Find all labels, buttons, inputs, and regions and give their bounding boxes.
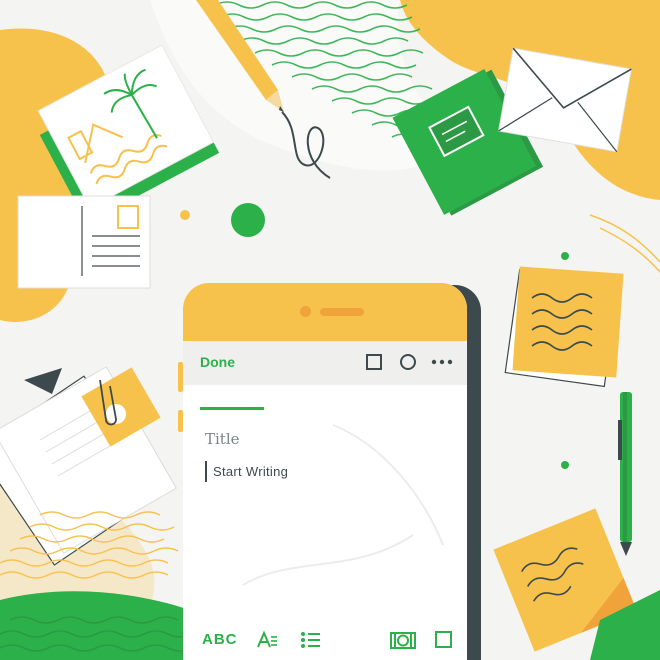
green-circle	[231, 203, 265, 237]
phone-device: Done Title Start Writing ABC	[183, 283, 481, 660]
phone-screen: Done Title Start Writing ABC	[183, 283, 467, 660]
title-accent-line	[200, 407, 264, 410]
paper-texture	[242, 424, 444, 586]
spellcheck-button[interactable]: ABC	[202, 631, 238, 648]
letter-card	[17, 195, 151, 289]
circle-icon[interactable]	[397, 351, 419, 373]
illustration-scene: Done Title Start Writing ABC	[0, 0, 660, 660]
yellow-dot	[180, 210, 190, 220]
done-button[interactable]: Done	[200, 354, 235, 370]
pen-illustration	[618, 392, 632, 556]
front-camera	[300, 306, 311, 317]
formatting-bar: ABC	[183, 617, 467, 660]
phone-top-bezel	[183, 283, 467, 341]
sticky-note-stack	[504, 266, 624, 388]
note-editor: Title Start Writing	[183, 385, 467, 617]
speaker-grille	[320, 308, 364, 316]
note-toolbar: Done	[183, 341, 467, 385]
note-body-field[interactable]: Start Writing	[213, 464, 288, 479]
green-dot	[561, 252, 569, 260]
font-size-icon[interactable]	[255, 629, 279, 651]
text-cursor	[205, 461, 207, 482]
note-title-field[interactable]: Title	[205, 430, 240, 448]
checkbox-icon[interactable]	[363, 351, 385, 373]
bulleted-list-icon[interactable]	[299, 629, 323, 651]
sketch-square-icon[interactable]	[433, 629, 457, 651]
green-dot-2	[561, 461, 569, 469]
more-options-icon[interactable]	[429, 351, 455, 373]
camera-icon[interactable]	[389, 629, 417, 651]
